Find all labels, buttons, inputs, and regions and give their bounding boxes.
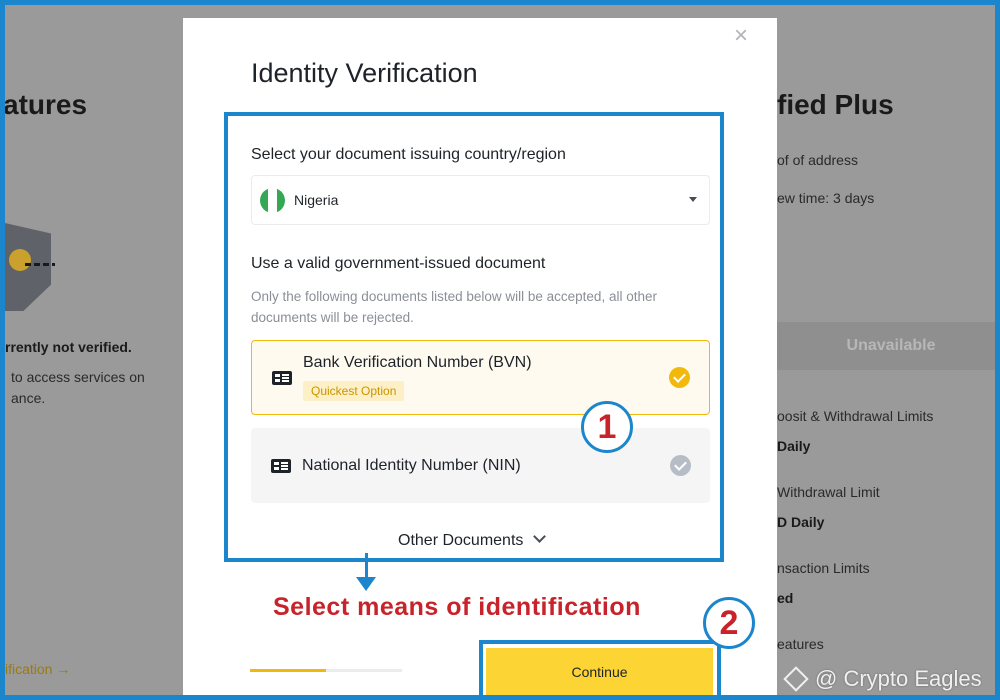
dash-line <box>25 263 55 266</box>
review-time: ew time: 3 days <box>777 190 875 206</box>
watermark-text: @ Crypto Eagles <box>815 666 982 691</box>
limit-value-withdrawal: D Daily <box>777 514 825 530</box>
status-description: to access services on <box>11 369 145 385</box>
limit-value-deposit: Daily <box>777 438 811 454</box>
step-1-marker: 1 <box>581 401 633 453</box>
progress-fill <box>250 669 326 672</box>
arrow-head-icon <box>356 577 376 591</box>
background-title: atures <box>3 89 88 120</box>
close-icon[interactable]: × <box>731 24 751 48</box>
modal-title: Identity Verification <box>251 58 478 88</box>
requirement-item: of of address <box>777 152 858 168</box>
background-left-panel: atures rrently not verified. to access s… <box>3 5 183 695</box>
verification-status: rrently not verified. <box>5 339 132 355</box>
limit-value-transaction: ed <box>777 590 794 606</box>
status-description-2: ance. <box>11 390 46 406</box>
arrow-down-icon <box>365 553 368 579</box>
user-icon <box>9 249 31 271</box>
step-2-marker: 2 <box>703 597 755 649</box>
instruction-caption: Select means of identification <box>273 593 641 621</box>
limit-label-withdrawal: Withdrawal Limit <box>777 484 880 500</box>
watermark: @ Crypto Eagles <box>783 666 982 692</box>
background-title-right: fied Plus <box>777 89 894 120</box>
unavailable-button[interactable]: Unavailable <box>777 322 995 370</box>
limit-label-deposit: oosit & Withdrawal Limits <box>777 408 934 424</box>
start-verification-link[interactable]: ification → <box>5 661 70 677</box>
limit-label-transaction: nsaction Limits <box>777 560 870 576</box>
progress-bar <box>250 669 402 672</box>
features-label: eatures <box>777 636 824 652</box>
tutorial-frame: atures rrently not verified. to access s… <box>0 0 1000 700</box>
diamond-logo-icon <box>783 666 809 692</box>
highlight-box-continue <box>479 640 721 695</box>
highlight-box-options <box>224 112 724 562</box>
background-right-panel: fied Plus of of address ew time: 3 days … <box>777 5 995 695</box>
